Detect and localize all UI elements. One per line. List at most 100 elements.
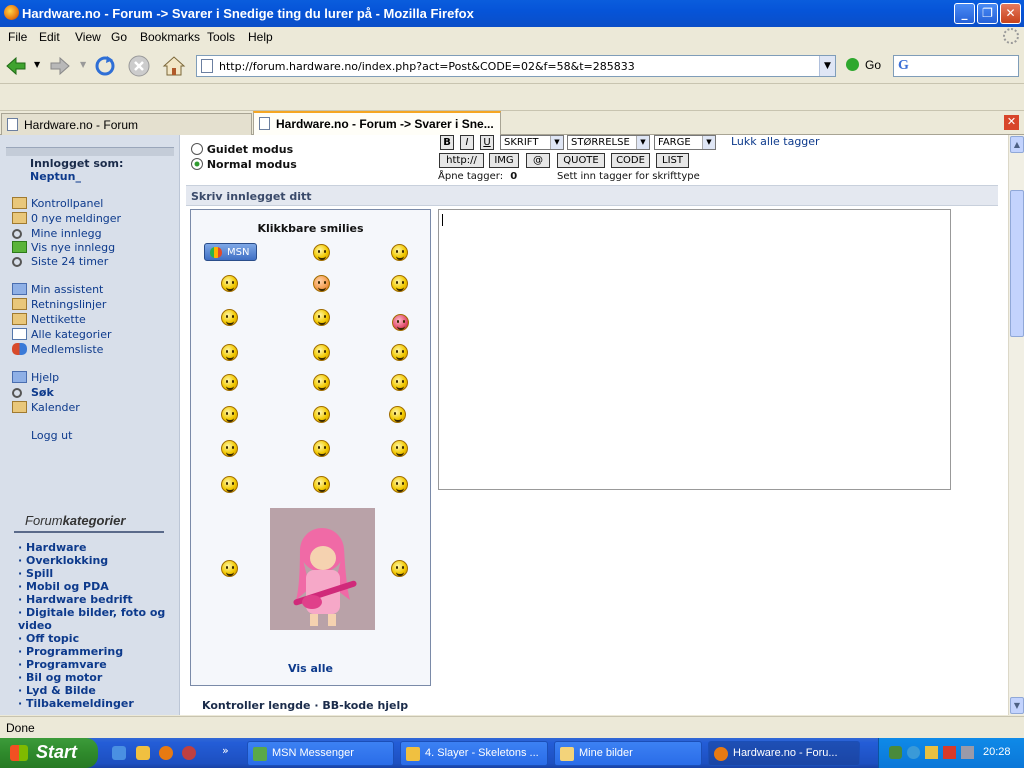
category-link[interactable]: · Overklokking	[18, 554, 108, 567]
menu-edit[interactable]: Edit	[39, 30, 60, 44]
close-tab-icon[interactable]: ✕	[1004, 115, 1019, 130]
font-select[interactable]: SKRIFT ▼	[500, 135, 564, 150]
email-button[interactable]: @	[526, 153, 550, 168]
taskbar-item-winamp[interactable]: 4. Slayer - Skeletons ...	[400, 741, 548, 766]
sidebar-item-vis-nye[interactable]: Vis nye innlegg	[12, 241, 115, 254]
tab-reply[interactable]: Hardware.no - Forum -> Svarer i Sne...	[253, 111, 501, 135]
category-link[interactable]: · Hardware bedrift	[18, 593, 133, 606]
url-bar[interactable]: http://forum.hardware.no/index.php?act=P…	[196, 55, 836, 77]
smiley-tongue-icon[interactable]	[221, 476, 238, 493]
smiley-sad-icon[interactable]	[391, 344, 408, 361]
category-link[interactable]: · Bil og motor	[18, 671, 102, 684]
smiley-confused-icon[interactable]	[313, 344, 330, 361]
sidebar-item-retningslinjer[interactable]: Retningslinjer	[12, 298, 106, 311]
smiley-icon[interactable]	[313, 406, 330, 423]
tray-x-icon[interactable]	[943, 746, 956, 759]
page-scrollbar[interactable]: ▲ ▼	[1008, 135, 1024, 715]
sidebar-item-nettikette[interactable]: Nettikette	[12, 313, 86, 326]
post-textarea[interactable]	[438, 209, 951, 490]
category-link[interactable]: · Tilbakemeldinger	[18, 697, 134, 710]
smiley-cheering-icon[interactable]	[313, 440, 330, 457]
tray-speaker-icon[interactable]	[961, 746, 974, 759]
taskbar-item-msn[interactable]: MSN Messenger	[247, 741, 394, 766]
tray-users-icon[interactable]	[889, 746, 902, 759]
smiley-cool-icon[interactable]	[221, 344, 238, 361]
menu-bookmarks[interactable]: Bookmarks	[140, 30, 200, 44]
smiley-angry-icon[interactable]	[391, 374, 408, 391]
forward-arrow-icon[interactable]	[48, 54, 72, 78]
category-link[interactable]: video	[18, 619, 52, 632]
tray-network-icon[interactable]	[907, 746, 920, 759]
logout-link[interactable]: Logg ut	[31, 429, 72, 442]
guitar-girl-smiley-image[interactable]	[270, 508, 375, 630]
back-dropdown-icon[interactable]: ▼	[34, 60, 40, 69]
smiley-thumbsup-icon[interactable]	[389, 406, 406, 423]
smiley-laugh-icon[interactable]	[391, 440, 408, 457]
username-link[interactable]: Neptun_	[30, 170, 81, 183]
mode-guided[interactable]: Guidet modus	[191, 143, 293, 156]
smiley-love-icon[interactable]	[392, 314, 409, 331]
category-link[interactable]: · Lyd & Bilde	[18, 684, 96, 697]
smiley-grin-icon[interactable]	[313, 309, 330, 326]
mode-normal[interactable]: Normal modus	[191, 158, 297, 171]
smiley-icon[interactable]	[391, 560, 408, 577]
italic-button[interactable]: I	[460, 135, 474, 150]
winamp-quicklaunch-icon[interactable]	[136, 746, 150, 760]
smiley-waving-icon[interactable]	[221, 440, 238, 457]
scroll-down-icon[interactable]: ▼	[1010, 697, 1024, 714]
category-link[interactable]: · Off topic	[18, 632, 79, 645]
taskbar-item-firefox[interactable]: Hardware.no - Foru...	[708, 741, 860, 766]
category-link[interactable]: · Programvare	[18, 658, 107, 671]
menu-file[interactable]: File	[8, 30, 27, 44]
start-button[interactable]: Start	[0, 738, 98, 768]
firefox-quicklaunch-icon[interactable]	[159, 746, 173, 760]
menu-help[interactable]: Help	[248, 30, 273, 44]
smiley-shocked-icon[interactable]	[313, 374, 330, 391]
sidebar-item-hjelp[interactable]: Hjelp	[12, 371, 59, 384]
category-link[interactable]: · Digitale bilder, foto og	[18, 606, 165, 619]
smiley-icon[interactable]	[221, 374, 238, 391]
bb-code-help-link[interactable]: BB-kode hjelp	[322, 699, 408, 712]
smiley-icon[interactable]	[313, 244, 330, 261]
category-link[interactable]: · Mobil og PDA	[18, 580, 109, 593]
home-icon[interactable]	[162, 54, 186, 78]
check-length-link[interactable]: Kontroller lengde	[202, 699, 311, 712]
sidebar-item-medlemsliste[interactable]: Medlemsliste	[12, 343, 103, 356]
smiley-blush-icon[interactable]	[313, 275, 330, 292]
smiley-angel-icon[interactable]	[221, 406, 238, 423]
media-quicklaunch-icon[interactable]	[182, 746, 196, 760]
category-link[interactable]: · Spill	[18, 567, 53, 580]
sidebar-item-alle-kategorier[interactable]: Alle kategorier	[12, 328, 111, 341]
menu-tools[interactable]: Tools	[207, 30, 235, 44]
sidebar-item-min-assistent[interactable]: Min assistent	[12, 283, 103, 296]
list-button[interactable]: LIST	[656, 153, 689, 168]
smiley-icon[interactable]	[221, 309, 238, 326]
close-all-tags-link[interactable]: Lukk alle tagger	[731, 135, 820, 148]
stop-icon[interactable]	[127, 54, 151, 78]
tray-folder-icon[interactable]	[925, 746, 938, 759]
quote-button[interactable]: QUOTE	[557, 153, 605, 168]
smiley-thinking-icon[interactable]	[391, 476, 408, 493]
scrollbar-thumb[interactable]	[1010, 190, 1024, 337]
taskbar-item-mine-bilder[interactable]: Mine bilder	[554, 741, 702, 766]
smiley-surprised-icon[interactable]	[221, 560, 238, 577]
smiley-icon[interactable]	[313, 476, 330, 493]
img-button[interactable]: IMG	[489, 153, 519, 168]
url-text[interactable]: http://forum.hardware.no/index.php?act=P…	[219, 60, 635, 73]
code-button[interactable]: CODE	[611, 153, 650, 168]
back-arrow-icon[interactable]	[4, 54, 28, 78]
window-titlebar[interactable]: Hardware.no - Forum -> Svarer i Snedige …	[0, 0, 1024, 27]
http-button[interactable]: http://	[439, 153, 484, 168]
sidebar-item-messages[interactable]: 0 nye meldinger	[12, 212, 121, 225]
go-button[interactable]: Go	[846, 58, 881, 72]
tab-forum[interactable]: Hardware.no - Forum	[1, 113, 252, 135]
sidebar-item-siste-24[interactable]: Siste 24 timer	[12, 255, 108, 268]
color-select[interactable]: FARGE ▼	[654, 135, 716, 150]
sidebar-item-mine-innlegg[interactable]: Mine innlegg	[12, 227, 102, 240]
ie-quicklaunch-icon[interactable]	[112, 746, 126, 760]
menu-go[interactable]: Go	[111, 30, 127, 44]
search-input[interactable]: G	[893, 55, 1019, 77]
sidebar-item-sok[interactable]: Søk	[12, 386, 54, 399]
forward-dropdown-icon[interactable]: ▼	[80, 60, 86, 69]
scroll-up-icon[interactable]: ▲	[1010, 136, 1024, 153]
